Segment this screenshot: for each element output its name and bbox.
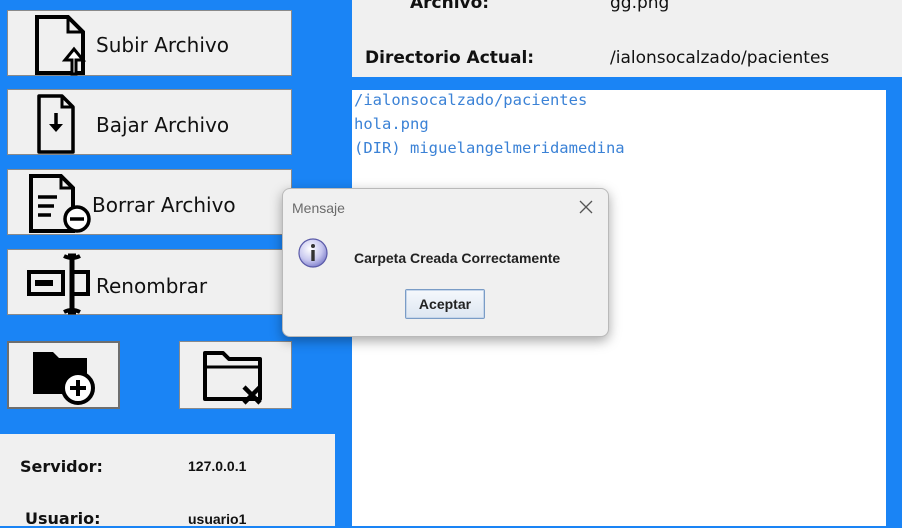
rename-label: Renombrar [96, 274, 208, 298]
file-remove-icon [27, 173, 93, 235]
dialog-title: Mensaje [292, 200, 345, 216]
delete-folder-button[interactable] [179, 341, 292, 409]
file-upload-icon [32, 14, 88, 76]
file-download-icon [36, 93, 76, 155]
folder-delete-icon [202, 347, 268, 405]
server-value: 127.0.0.1 [188, 458, 247, 474]
upload-file-button[interactable]: Subir Archivo [7, 10, 292, 76]
message-dialog: Mensaje Carpeta Creada Correctamente Ace… [282, 188, 609, 337]
delete-file-label: Borrar Archivo [92, 193, 236, 217]
information-icon [297, 237, 329, 274]
current-directory-value: /ialonsocalzado/pacientes [610, 48, 830, 68]
accept-button[interactable]: Aceptar [405, 289, 485, 319]
rename-icon [26, 252, 98, 316]
dialog-message: Carpeta Creada Correctamente [354, 250, 561, 266]
list-item[interactable]: /ialonsocalzado/pacientes [354, 91, 587, 109]
upload-file-label: Subir Archivo [96, 33, 229, 57]
server-key: Servidor: [20, 457, 103, 476]
file-info-header: Archivo: gg.png Directorio Actual: /ialo… [352, 0, 902, 77]
connection-panel: Servidor: 127.0.0.1 Usuario: usuario1 [0, 434, 335, 528]
current-directory-key: Directorio Actual: [365, 48, 535, 68]
list-item[interactable]: hola.png [354, 115, 429, 133]
delete-file-button[interactable]: Borrar Archivo [7, 169, 292, 235]
rename-button[interactable]: Renombrar [7, 249, 292, 315]
list-item[interactable]: (DIR) miguelangelmeridamedina [354, 139, 625, 157]
file-name-key: Archivo: [410, 0, 490, 13]
download-file-label: Bajar Archivo [96, 113, 230, 137]
folder-add-icon [31, 348, 97, 406]
close-icon[interactable] [576, 197, 596, 217]
user-key: Usuario: [25, 509, 101, 528]
user-value: usuario1 [188, 511, 247, 527]
file-name-value: gg.png [610, 0, 670, 13]
new-folder-button[interactable] [7, 341, 120, 409]
download-file-button[interactable]: Bajar Archivo [7, 89, 292, 155]
